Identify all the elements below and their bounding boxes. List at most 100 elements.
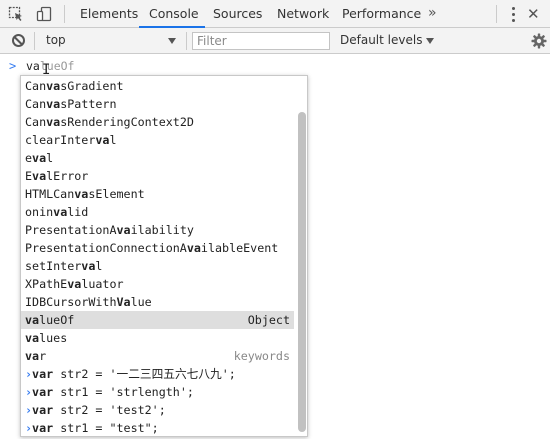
- dropdown-arrow-icon: [168, 38, 176, 44]
- gear-icon[interactable]: [531, 33, 547, 49]
- item-text-pre: clearInter: [25, 133, 96, 147]
- autocomplete-item[interactable]: EvalError: [21, 167, 294, 185]
- item-text-pre: Can: [25, 79, 47, 93]
- log-levels-dropdown[interactable]: Default levels: [340, 33, 435, 47]
- toolbar-separator: [186, 32, 187, 50]
- item-text-post: lueOf: [39, 313, 75, 327]
- autocomplete-item[interactable]: valueOf Object: [21, 311, 294, 329]
- history-item[interactable]: ›var str1 = "test";: [21, 419, 294, 436]
- filter-input[interactable]: [192, 32, 330, 50]
- item-text-pre: PresentationConnectionA: [25, 241, 187, 255]
- item-text-match: va: [67, 277, 82, 291]
- kebab-menu-icon[interactable]: [508, 4, 518, 24]
- item-text-post: l: [109, 133, 117, 147]
- autocomplete-item[interactable]: var keywords: [21, 347, 294, 365]
- item-text-pre: XPathE: [25, 277, 68, 291]
- item-text-match: va: [25, 313, 40, 327]
- autocomplete-item[interactable]: clearInterval: [21, 131, 294, 149]
- tab-elements[interactable]: Elements: [80, 0, 138, 28]
- item-text-post: str2 = '一二三四五六七八九';: [53, 367, 236, 381]
- autocomplete-item[interactable]: eval: [21, 149, 294, 167]
- autocomplete-item[interactable]: PresentationConnectionAvailableEvent: [21, 239, 294, 257]
- close-devtools-button[interactable]: ✕: [527, 0, 540, 28]
- history-item[interactable]: ›var str2 = 'test2';: [21, 401, 294, 419]
- item-text-post: str1 = "test";: [53, 421, 159, 435]
- item-text-post: lues: [39, 331, 68, 345]
- item-text-post: sPattern: [60, 97, 117, 111]
- item-text-match: va: [81, 259, 96, 273]
- item-text-match: va: [95, 133, 110, 147]
- history-chevron-icon: ›: [25, 403, 33, 417]
- item-text-post: r: [39, 349, 47, 363]
- autocomplete-scrollbar[interactable]: [296, 76, 307, 436]
- history-chevron-icon: ›: [25, 367, 33, 381]
- autocomplete-item[interactable]: PresentationAvailability: [21, 221, 294, 239]
- item-text-post: str1 = 'strlength';: [53, 385, 194, 399]
- item-text-post: sRenderingContext2D: [60, 115, 194, 129]
- dropdown-arrow-icon: [426, 37, 435, 44]
- scrollbar-thumb[interactable]: [298, 112, 306, 432]
- item-type-detail: Object: [247, 313, 290, 327]
- history-item[interactable]: ›var str1 = 'strlength';: [21, 383, 294, 401]
- item-text-post: luator: [81, 277, 124, 291]
- item-text-match: var: [32, 385, 54, 399]
- item-text-match: va: [32, 151, 47, 165]
- console-toolbar: top Default levels: [0, 28, 550, 54]
- item-text-match: va: [46, 97, 61, 111]
- autocomplete-item[interactable]: CanvasGradient: [21, 77, 294, 95]
- input-typed-text: va: [26, 59, 40, 73]
- history-item[interactable]: ›var str2 = '一二三四五六七八九';: [21, 365, 294, 383]
- device-toolbar-icon[interactable]: [34, 4, 54, 24]
- tab-performance[interactable]: Performance: [342, 0, 421, 28]
- prompt-chevron-icon: >: [9, 59, 17, 73]
- item-text-pre: Can: [25, 97, 47, 111]
- item-text-post: sElement: [88, 187, 145, 201]
- item-text-post: ilability: [130, 223, 194, 237]
- item-text-match: va: [186, 241, 201, 255]
- autocomplete-item[interactable]: XPathEvaluator: [21, 275, 294, 293]
- item-text-pre: onin: [25, 205, 54, 219]
- autocomplete-item[interactable]: CanvasPattern: [21, 95, 294, 113]
- item-text-pre: IDBCursorWith: [25, 295, 117, 309]
- item-text-pre: setInter: [25, 259, 82, 273]
- item-text-match: va: [53, 205, 68, 219]
- autocomplete-item[interactable]: HTMLCanvasElement: [21, 185, 294, 203]
- tab-network[interactable]: Network: [277, 0, 329, 28]
- devtools-tab-bar: Elements Console Sources Network Perform…: [0, 0, 550, 28]
- autocomplete-item[interactable]: values: [21, 329, 294, 347]
- item-text-match: va: [46, 115, 61, 129]
- toolbar-separator: [34, 32, 35, 50]
- log-levels-label: Default levels: [340, 33, 423, 47]
- item-text-match: va: [116, 223, 131, 237]
- item-text-pre: HTMLCan: [25, 187, 75, 201]
- inspect-element-icon[interactable]: [6, 4, 26, 24]
- tab-separator: [64, 5, 65, 23]
- item-text-pre: Can: [25, 115, 47, 129]
- autocomplete-item[interactable]: oninvalid: [21, 203, 294, 221]
- autocomplete-popup: CanvasGradient CanvasPattern CanvasRenderi…: [20, 75, 308, 437]
- context-selector[interactable]: top: [36, 31, 180, 51]
- history-chevron-icon: ›: [25, 385, 33, 399]
- item-text-match: va: [46, 79, 61, 93]
- item-text-match: var: [32, 421, 54, 435]
- tab-sources[interactable]: Sources: [213, 0, 262, 28]
- item-text-pre: e: [25, 151, 33, 165]
- autocomplete-item[interactable]: CanvasRenderingContext2D: [21, 113, 294, 131]
- item-text-post: lError: [46, 169, 89, 183]
- autocomplete-item[interactable]: IDBCursorWithValue: [21, 293, 294, 311]
- item-text-match: va: [25, 349, 40, 363]
- autocomplete-item[interactable]: setInterval: [21, 257, 294, 275]
- tab-console[interactable]: Console: [149, 0, 199, 28]
- item-text-match: Va: [116, 295, 131, 309]
- item-text-match: va: [32, 169, 47, 183]
- item-text-post: l: [46, 151, 54, 165]
- item-text-post: l: [95, 259, 103, 273]
- item-text-pre: E: [25, 169, 33, 183]
- item-text-post: ilableEvent: [200, 241, 279, 255]
- item-text-post: sGradient: [60, 79, 124, 93]
- item-text-post: str2 = 'test2';: [53, 403, 166, 417]
- more-tabs-button[interactable]: »: [428, 0, 437, 28]
- context-value: top: [46, 33, 66, 47]
- clear-console-icon[interactable]: [12, 34, 25, 47]
- history-chevron-icon: ›: [25, 421, 33, 435]
